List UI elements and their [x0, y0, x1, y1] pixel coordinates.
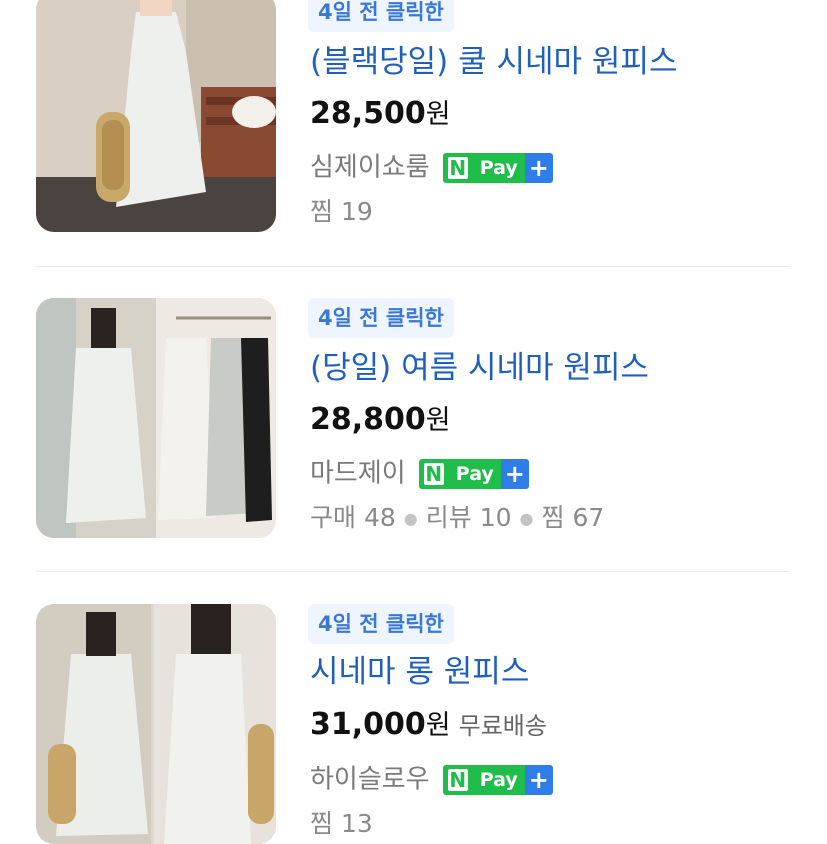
review-label: 리뷰 — [425, 503, 472, 532]
naver-n-icon: N — [418, 458, 449, 489]
npay-plus-badge: N Pay + — [418, 458, 529, 489]
product-price: 28,500 — [310, 96, 426, 131]
zzim-count: 13 — [340, 809, 373, 838]
buy-label: 구매 — [310, 503, 357, 532]
zzim-label: 찜 — [310, 809, 334, 838]
recent-click-badge: 4일 전 클릭한 — [308, 298, 454, 338]
npay-plus-badge: N Pay + — [442, 152, 553, 183]
store-name[interactable]: 심제이쇼룸 — [310, 153, 430, 183]
product-thumbnail[interactable] — [36, 604, 276, 844]
currency-label: 원 — [425, 710, 451, 741]
product-stats: 찜 13 — [310, 806, 373, 842]
recent-click-badge: 4일 전 클릭한 — [308, 0, 454, 32]
plus-icon: + — [524, 764, 553, 795]
separator-dot-icon: ● — [519, 509, 534, 528]
price-row: 28,800원 — [310, 400, 451, 444]
separator-dot-icon: ● — [403, 509, 418, 528]
product-stats: 찜 19 — [310, 194, 373, 230]
plus-icon: + — [524, 152, 553, 183]
currency-label: 원 — [425, 405, 451, 436]
npay-label: Pay — [448, 458, 501, 489]
dress-photo-icon — [36, 604, 276, 844]
product-title[interactable]: 시네마 롱 원피스 — [310, 652, 529, 692]
store-row: 하이슬로우 N Pay + — [310, 759, 553, 799]
recent-click-badge: 4일 전 클릭한 — [308, 604, 454, 644]
product-stats: 구매 48 ● 리뷰 10 ● 찜 67 — [310, 500, 604, 537]
npay-plus-badge: N Pay + — [442, 764, 553, 795]
zzim-count: 19 — [340, 197, 373, 226]
item-divider — [36, 571, 790, 572]
product-title[interactable]: (당일) 여름 시네마 원피스 — [310, 348, 649, 388]
currency-label: 원 — [425, 99, 451, 130]
free-shipping-label: 무료배송 — [458, 712, 547, 740]
product-price: 31,000 — [310, 707, 426, 742]
zzim-count: 67 — [572, 503, 605, 532]
store-row: 심제이쇼룸 N Pay + — [310, 147, 553, 187]
store-name[interactable]: 마드제이 — [310, 459, 406, 489]
price-row: 28,500원 — [310, 94, 451, 138]
dress-photo-icon — [36, 0, 276, 232]
item-divider — [36, 266, 790, 267]
buy-count: 48 — [363, 503, 396, 532]
product-thumbnail[interactable] — [36, 0, 276, 232]
npay-label: Pay — [472, 764, 525, 795]
dress-photo-icon — [36, 298, 276, 538]
zzim-label: 찜 — [541, 503, 565, 532]
store-name[interactable]: 하이슬로우 — [310, 765, 430, 795]
review-count: 10 — [479, 503, 512, 532]
store-row: 마드제이 N Pay + — [310, 453, 529, 493]
zzim-label: 찜 — [310, 197, 334, 226]
product-title[interactable]: (블랙당일) 쿨 시네마 원피스 — [310, 42, 677, 82]
npay-label: Pay — [472, 152, 525, 183]
price-row: 31,000원 무료배송 — [310, 705, 547, 749]
product-price: 28,800 — [310, 402, 426, 437]
naver-n-icon: N — [442, 764, 473, 795]
plus-icon: + — [500, 458, 529, 489]
product-thumbnail[interactable] — [36, 298, 276, 538]
naver-n-icon: N — [442, 152, 473, 183]
